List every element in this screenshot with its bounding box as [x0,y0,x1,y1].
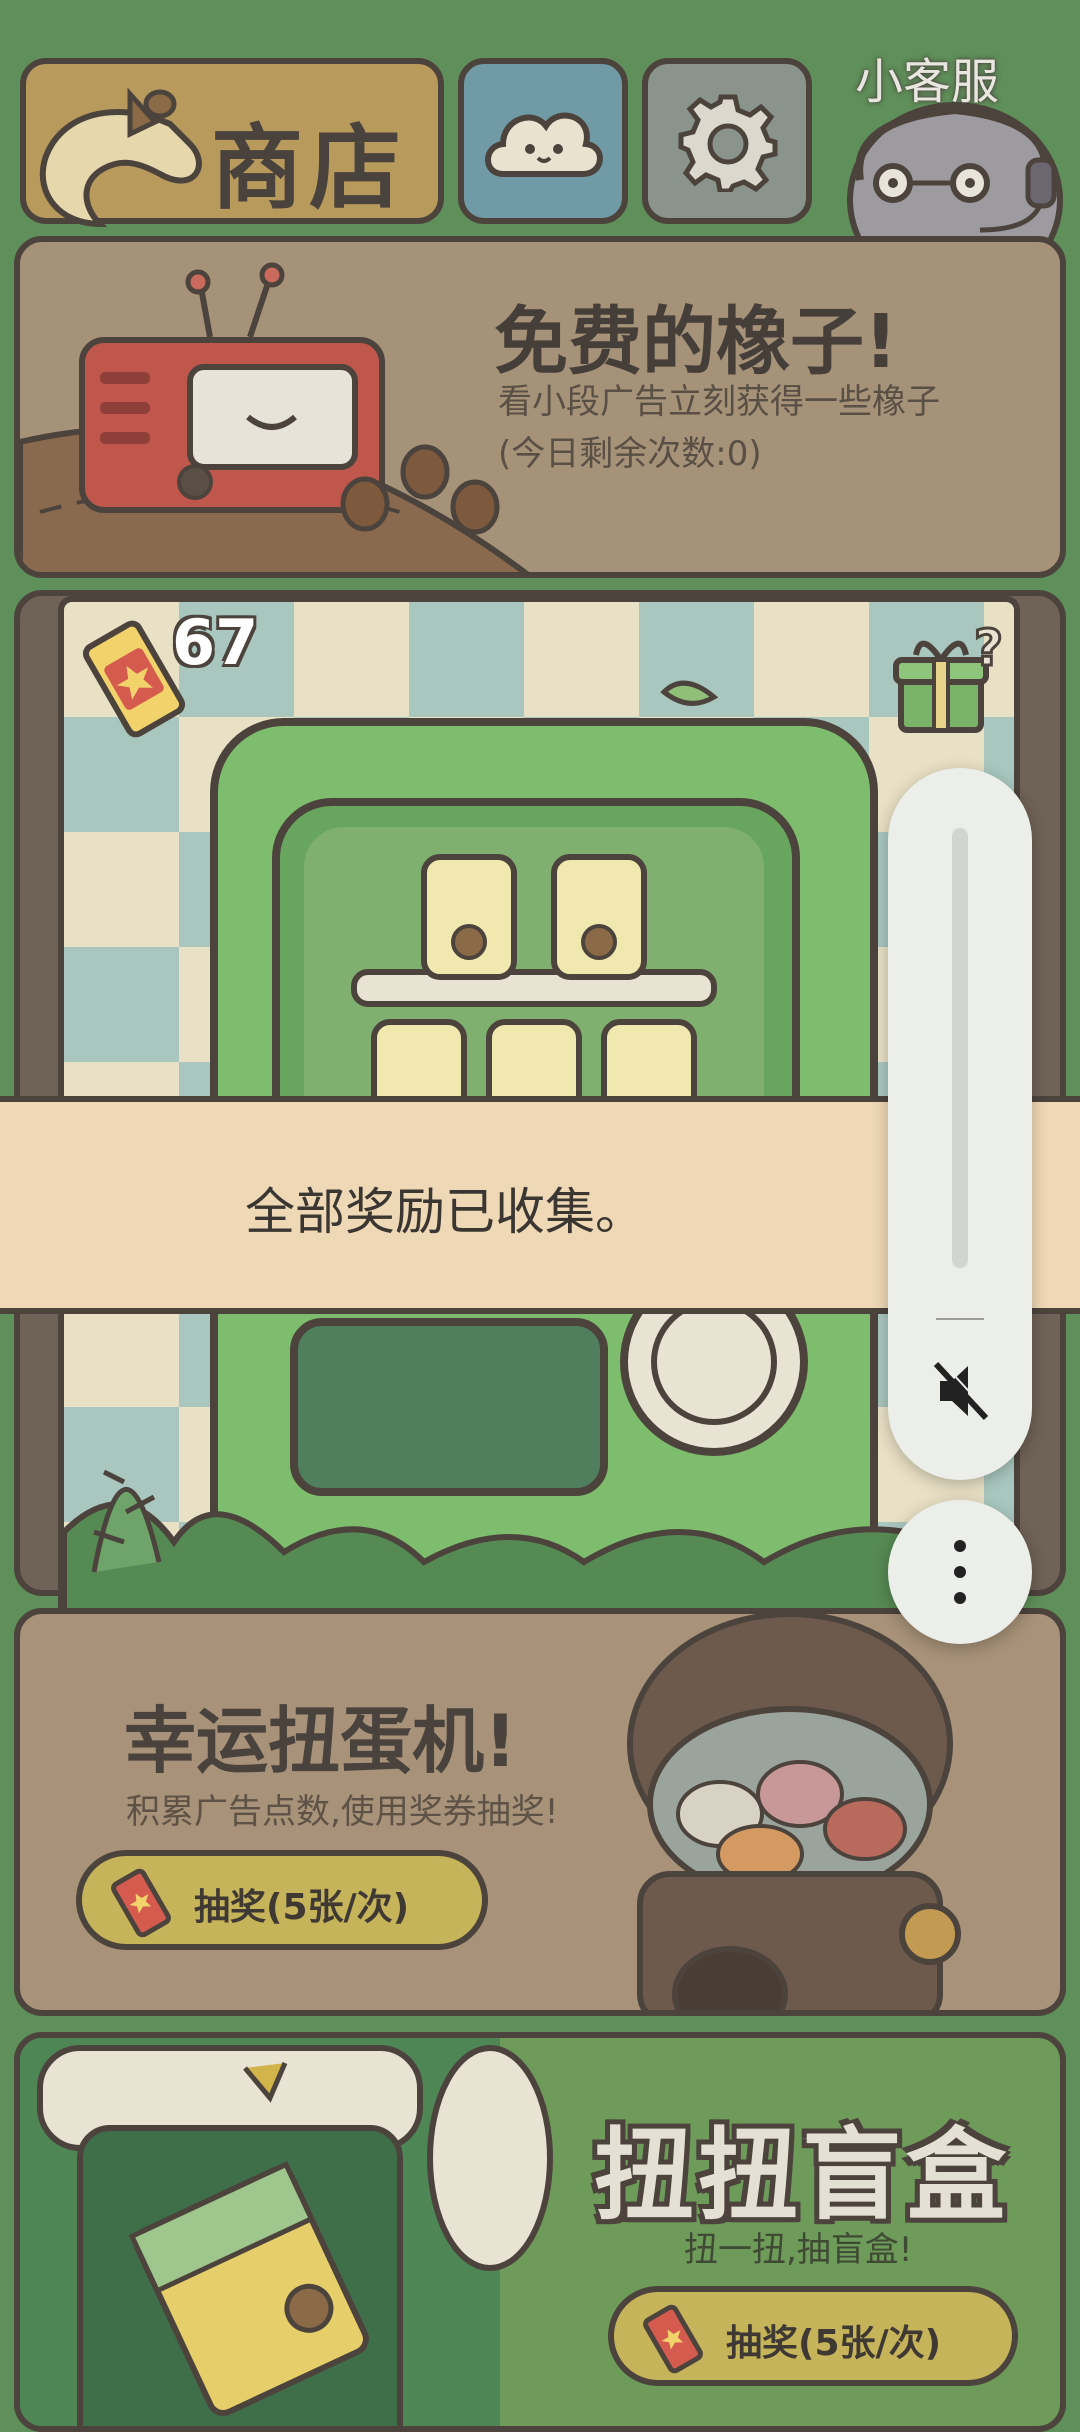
gacha-description: 积累广告点数,使用奖券抽奖! [126,1792,559,1832]
blind-box-card[interactable]: 扭扭盲盒 扭一扭,抽盲盒! 抽奖(5张/次) [14,2032,1066,2432]
gacha-draw-label: 抽奖(5张/次) [194,1887,410,1928]
volume-panel [888,768,1032,1480]
ticket-icon [643,2304,703,2374]
blind-box-machine-icon [20,2038,553,2426]
gacha-title: 幸运扭蛋机! [124,1699,517,1783]
free-acorns-remaining: (今日剩余次数:0) [498,434,762,474]
back-arrow-icon [39,87,202,228]
blind-box-title: 扭扭盲盒 [594,2117,1010,2234]
free-acorns-description: 看小段广告立刻获得一些橡子 (今日剩余次数:0) [498,376,940,480]
ticket-count: 67 [172,606,259,679]
blind-box-draw-button[interactable]: 抽奖(5张/次) [608,2286,1018,2386]
penguin-avatar-icon [847,102,1063,298]
volume-slider[interactable] [952,828,968,1268]
svg-text:?: ? [974,620,1003,677]
ticket-icon [111,1868,171,1938]
free-acorns-title: 免费的橡子! [494,299,898,385]
shop-button[interactable]: 商店 [20,58,444,228]
shop-label: 商店 [211,115,408,222]
cloud-button[interactable] [458,58,628,224]
more-options-button[interactable] [888,1500,1032,1644]
toast-message: 全部奖励已收集。 [245,1183,645,1241]
free-acorns-desc-line1: 看小段广告立刻获得一些橡子 [498,382,940,422]
volume-divider [936,1318,984,1320]
more-vertical-icon [954,1540,966,1604]
settings-button[interactable] [642,58,812,224]
blind-box-draw-label: 抽奖(5张/次) [726,2323,942,2364]
cloud-icon [485,112,603,177]
volume-muted-icon[interactable] [930,1356,990,1426]
lucky-gacha-card[interactable]: 幸运扭蛋机! 积累广告点数,使用奖券抽奖! 抽奖(5张/次) [14,1608,1066,2016]
customer-service-button[interactable] [830,100,1070,298]
gacha-machine-icon [627,1614,961,2010]
free-acorns-card[interactable]: 免费的橡子! 看小段广告立刻获得一些橡子 (今日剩余次数:0) [14,236,1066,578]
gacha-draw-button[interactable]: 抽奖(5张/次) [76,1850,488,1950]
mystery-gift-icon[interactable]: ? [886,620,1006,740]
blind-box-description: 扭一扭,抽盲盒! [684,2230,913,2270]
gear-icon [678,94,778,192]
